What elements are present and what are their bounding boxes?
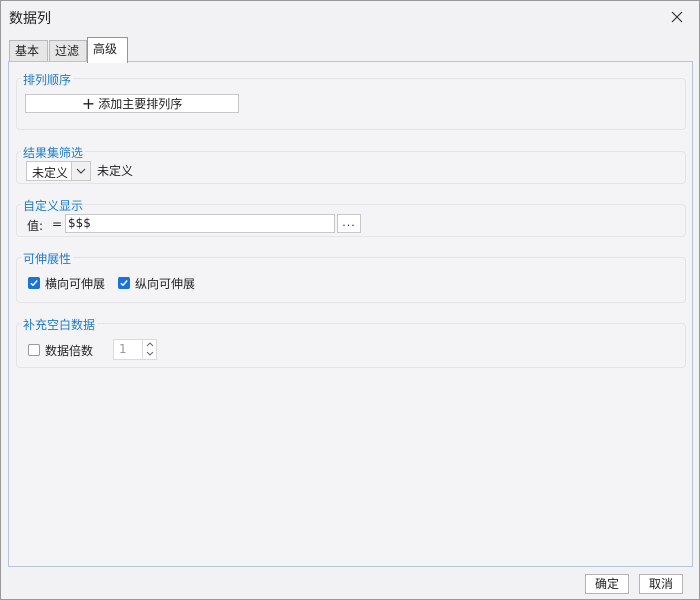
tab-filter[interactable]: 过滤 (49, 40, 87, 61)
spinner-buttons (142, 340, 156, 359)
tab-advanced-label: 高级 (93, 42, 118, 56)
checkmark-icon (120, 280, 128, 287)
data-multiple-checkbox[interactable] (28, 344, 40, 356)
tab-advanced[interactable]: 高级 (87, 37, 128, 63)
data-multiple-value: 1 (119, 342, 127, 356)
horizontal-expand-label[interactable]: 横向可伸展 (45, 275, 105, 292)
close-button[interactable] (665, 5, 689, 29)
data-multiple-spinner[interactable]: 1 (113, 339, 157, 360)
value-label: 值: (27, 219, 44, 233)
custom-display-value: $$$ (68, 216, 91, 230)
close-icon[interactable] (671, 11, 683, 23)
fill-blank-title: 补充空白数据 (21, 316, 98, 333)
tab-basic[interactable]: 基本 (9, 40, 48, 61)
custom-display-browse-button[interactable]: ... (337, 214, 361, 233)
expandable-group: 可伸展性 横向可伸展 纵向可伸展 (16, 250, 686, 303)
chevron-up-icon (146, 342, 153, 347)
title-bar[interactable]: 数据列 (1, 1, 699, 33)
checkmark-icon (30, 280, 38, 287)
add-primary-sort-button[interactable]: + 添加主要排列序 (25, 94, 239, 113)
tab-basic-label: 基本 (15, 44, 40, 58)
result-filter-select-value: 未定义 (32, 166, 69, 180)
chevron-down-icon (76, 168, 86, 174)
advanced-panel: 排列顺序 + 添加主要排列序 结果集筛选 未定义 未定义 自定义显示 值: = (8, 61, 693, 567)
custom-display-group: 自定义显示 值: = $$$ ... (16, 197, 686, 237)
window-title: 数据列 (9, 11, 51, 27)
result-filter-group: 结果集筛选 未定义 未定义 (16, 144, 686, 184)
fill-blank-group: 补充空白数据 数据倍数 1 (16, 316, 686, 368)
vertical-expand-label[interactable]: 纵向可伸展 (135, 275, 195, 292)
result-filter-select[interactable]: 未定义 (26, 161, 91, 181)
plus-icon: + (81, 93, 96, 113)
spin-down-button[interactable] (143, 349, 156, 358)
sort-order-title: 排列顺序 (21, 71, 74, 88)
cancel-button[interactable]: 取消 (639, 574, 683, 594)
chevron-down-icon (146, 351, 153, 356)
dropdown-toggle[interactable] (71, 162, 90, 180)
add-primary-sort-label: 添加主要排列序 (98, 97, 183, 111)
data-column-dialog: 数据列 基本 过滤 高级 排列顺序 + 添加主要排列序 结果集筛选 未定义 未定… (0, 0, 700, 600)
custom-display-value-input[interactable]: $$$ (65, 214, 335, 233)
spin-up-button[interactable] (143, 340, 156, 349)
result-filter-title: 结果集筛选 (21, 144, 86, 161)
equals-sign: = (52, 217, 63, 231)
sort-order-group: 排列顺序 + 添加主要排列序 (16, 71, 686, 130)
tab-filter-label: 过滤 (55, 44, 80, 58)
custom-display-title: 自定义显示 (21, 197, 86, 214)
vertical-expand-checkbox[interactable] (118, 277, 130, 289)
ok-button[interactable]: 确定 (585, 574, 629, 594)
expandable-title: 可伸展性 (21, 250, 74, 267)
data-multiple-label[interactable]: 数据倍数 (45, 342, 93, 359)
horizontal-expand-checkbox[interactable] (28, 277, 40, 289)
result-filter-description: 未定义 (97, 164, 134, 178)
